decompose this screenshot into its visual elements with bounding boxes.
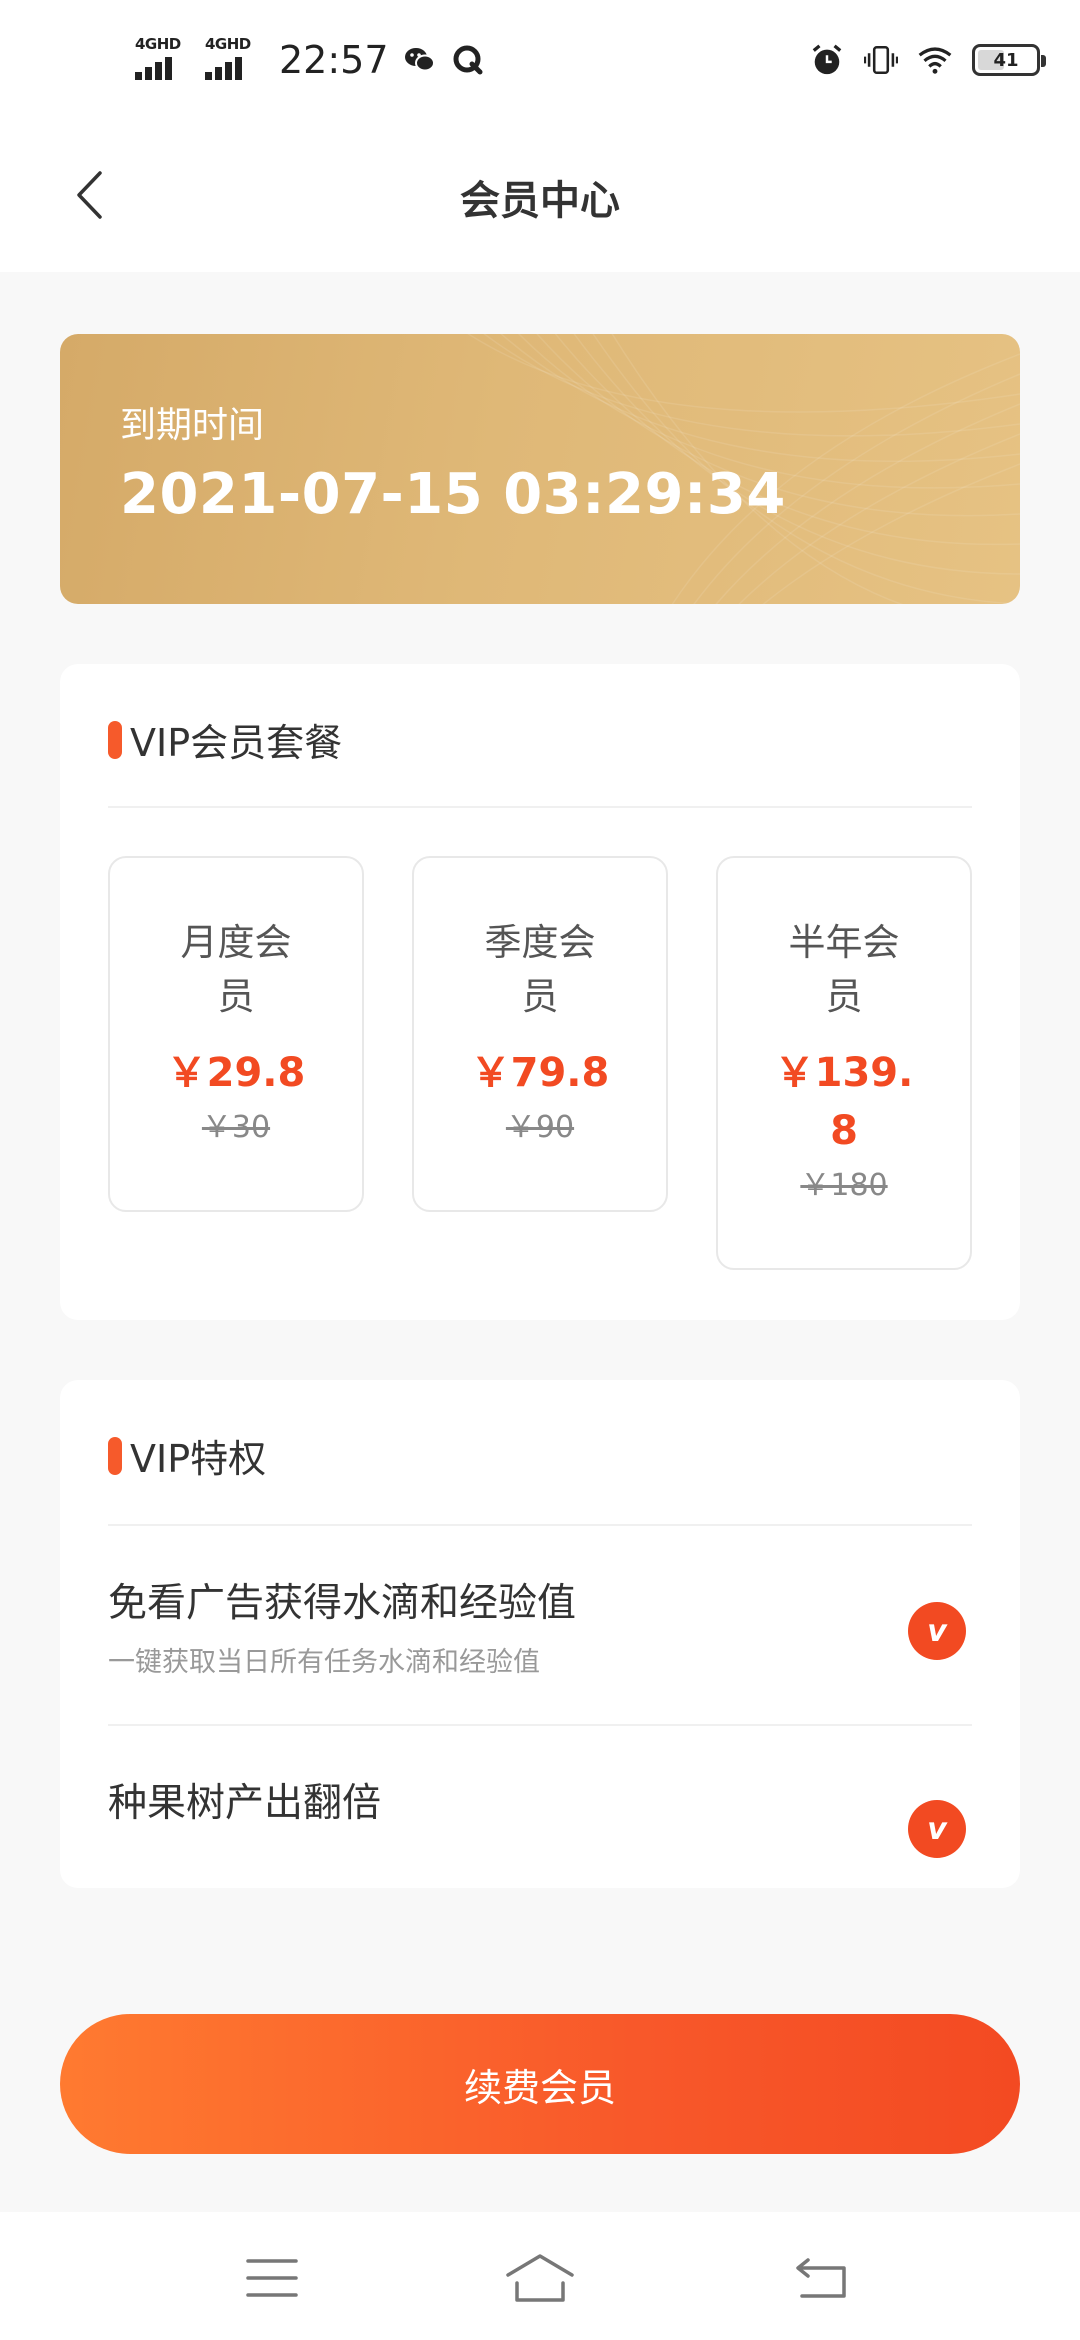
vip-perks-card: VIP特权 免看广告获得水滴和经验值 一键获取当日所有任务水滴和经验值 v 种果… [60,1380,1020,1888]
signal-icon-2: 4GHD [205,36,261,84]
plans-header: VIP会员套餐 [108,712,342,767]
perk-title: 免看广告获得水滴和经验值 [108,1581,577,1626]
plan-name-line2: 员 [825,975,863,1018]
battery-level: 41 [993,49,1019,71]
plan-original-price: ￥90 [505,1110,575,1145]
plan-price: ￥79.8 [464,1044,616,1102]
renew-membership-button[interactable]: 续费会员 [60,2014,1020,2154]
status-left: 4GHD 4GHD 22:57 [135,32,485,88]
plan-original-price: ￥180 [800,1168,888,1203]
perks-header: VIP特权 [108,1428,266,1483]
plan-price-line1: ￥29.8 [166,1050,306,1096]
plan-name: 季度会 员 [474,916,606,1024]
vip-plans-card: VIP会员套餐 月度会 员 ￥29.8 ￥30 季度会 员 ￥79.8 ￥90 [60,664,1020,1320]
plan-quarterly[interactable]: 季度会 员 ￥79.8 ￥90 [412,856,668,1212]
perk-item-no-ads: 免看广告获得水滴和经验值 一键获取当日所有任务水滴和经验值 v [108,1572,972,1692]
plan-name-line1: 半年会 [788,921,900,964]
wifi-icon [918,43,952,77]
home-button[interactable] [505,2250,575,2306]
signal-icon-1: 4GHD [135,36,191,84]
perk-item-double-fruit: 种果树产出翻倍 v [108,1772,972,1888]
home-icon [506,2254,574,2302]
section-accent-bar [108,1436,122,1475]
plan-name-line2: 员 [217,975,255,1018]
menu-icon [246,2259,298,2297]
check-badge-icon: v [908,1602,966,1660]
perk-title: 种果树产出翻倍 [108,1781,382,1826]
status-right: 41 [810,36,1046,84]
plan-half-year[interactable]: 半年会 员 ￥139. 8 ￥180 [716,856,972,1270]
alarm-icon [810,43,844,77]
plan-monthly[interactable]: 月度会 员 ￥29.8 ￥30 [108,856,364,1212]
plan-price: ￥29.8 [160,1044,312,1102]
plan-name-line2: 员 [521,975,559,1018]
check-badge-icon: v [908,1800,966,1858]
plan-name: 月度会 员 [170,916,302,1024]
plans-divider [108,806,972,808]
perks-divider [108,1724,972,1726]
wechat-icon [403,43,437,77]
plan-name-line1: 季度会 [484,921,596,964]
expiry-label: 到期时间 [120,405,265,446]
expiry-card: 到期时间 2021-07-15 03:29:34 [60,334,1020,604]
section-accent-bar [108,720,122,759]
plan-name-line1: 月度会 [180,921,292,964]
perks-divider [108,1524,972,1526]
plan-name: 半年会 员 [778,916,910,1024]
page-title: 会员中心 [460,178,620,224]
expiry-datetime: 2021-07-15 03:29:34 [120,462,786,527]
system-nav-bar [0,2212,1080,2340]
plan-price-line1: ￥79.8 [470,1050,610,1096]
perk-description: 一键获取当日所有任务水滴和经验值 [108,1647,540,1678]
menu-button[interactable] [237,2250,307,2306]
vibrate-icon [864,43,898,77]
network-type-2: 4GHD [205,35,251,53]
plan-price-line2: 8 [830,1108,858,1154]
plan-original-price: ￥30 [201,1110,271,1145]
status-bar: 4GHD 4GHD 22:57 41 [0,0,1080,120]
network-type-1: 4GHD [135,35,181,53]
return-button[interactable] [787,2250,857,2306]
status-time: 22:57 [279,38,389,82]
plan-price-line1: ￥139. [774,1050,914,1096]
return-icon [796,2258,846,2298]
battery-icon: 41 [972,44,1046,76]
nav-bar: 会员中心 [0,120,1080,272]
plans-section-title: VIP会员套餐 [130,721,343,765]
plan-price: ￥139. 8 [768,1044,920,1160]
qq-browser-icon [451,43,485,77]
perks-section-title: VIP特权 [130,1437,267,1481]
